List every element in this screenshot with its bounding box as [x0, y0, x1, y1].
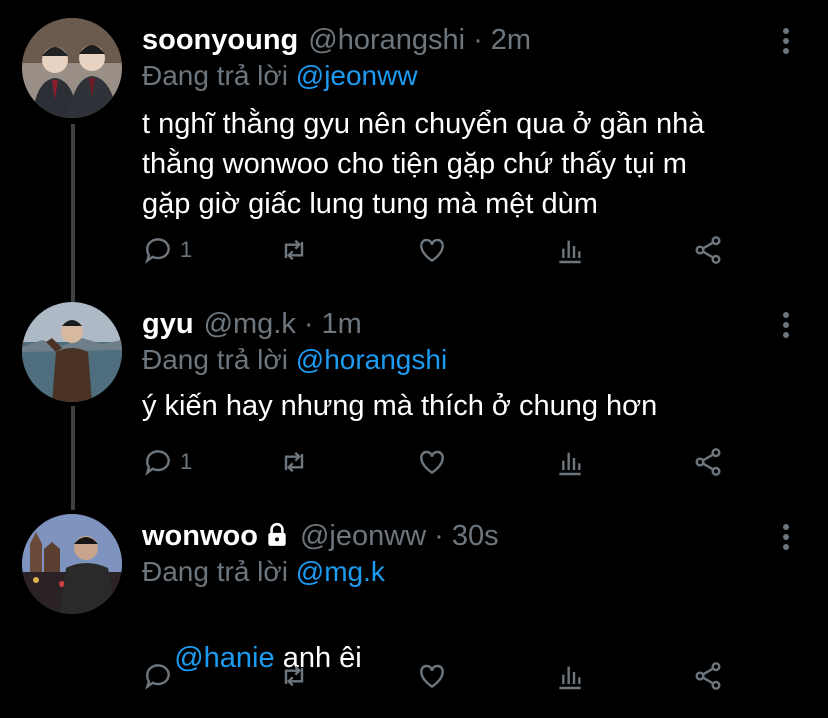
reply-count: 1	[180, 237, 193, 262]
separator: ·	[473, 24, 483, 56]
share-icon	[695, 236, 721, 264]
reply-icon	[145, 238, 170, 264]
display-name[interactable]: soonyoung	[142, 20, 298, 60]
like-button[interactable]	[416, 656, 448, 696]
timestamp[interactable]: 30s	[452, 516, 499, 556]
tweet-header: wonwoo @jeonww · 30s	[142, 516, 499, 556]
timestamp[interactable]: 1m	[322, 304, 362, 344]
timestamp[interactable]: 2m	[491, 20, 531, 60]
like-button[interactable]	[416, 230, 448, 270]
tweet-header: gyu @mg.k · 1m	[142, 304, 362, 344]
display-name[interactable]: wonwoo	[142, 516, 258, 556]
replying-prefix: Đang trả lời	[142, 556, 296, 587]
avatar[interactable]	[22, 18, 122, 118]
replying-to: Đang trả lời @jeonww	[142, 56, 418, 96]
retweet-icon	[284, 239, 304, 261]
analytics-button[interactable]	[554, 656, 586, 696]
separator: ·	[434, 520, 444, 552]
share-button[interactable]	[692, 656, 724, 696]
reply-count: 1	[180, 449, 193, 474]
retweet-button[interactable]	[278, 442, 310, 482]
analytics-icon	[559, 666, 581, 690]
separator: ·	[303, 308, 314, 340]
more-icon[interactable]	[780, 312, 792, 342]
retweet-button[interactable]	[278, 230, 310, 270]
replying-prefix: Đang trả lời	[142, 344, 296, 375]
tweet[interactable]: gyu @mg.k · 1m Đang trả lời @horangshi ý…	[0, 302, 828, 492]
more-icon[interactable]	[780, 524, 792, 554]
tweet-header: soonyoung @horangshi · 2m	[142, 20, 531, 60]
analytics-icon	[559, 240, 581, 264]
replying-to: Đang trả lời @mg.k	[142, 552, 385, 592]
action-bar: 1	[142, 230, 728, 270]
tweet[interactable]: wonwoo @jeonww · 30s Đang trả lời @mg.k …	[0, 514, 828, 704]
analytics-button[interactable]	[554, 442, 586, 482]
avatar[interactable]	[22, 302, 122, 402]
like-icon	[420, 664, 444, 689]
tweet-text: t nghĩ thằng gyu nên chuyển qua ở gần nh…	[142, 108, 705, 220]
analytics-button[interactable]	[554, 230, 586, 270]
replying-mention-link[interactable]: @mg.k	[296, 556, 385, 587]
like-icon	[420, 450, 444, 475]
share-icon	[695, 448, 721, 476]
lock-icon	[268, 522, 286, 546]
like-icon	[420, 238, 444, 263]
tweet-text: ý kiến hay nhưng mà thích ở chung hơn	[142, 390, 658, 422]
reply-button[interactable]: 1	[142, 442, 192, 482]
action-bar	[142, 656, 728, 696]
more-icon[interactable]	[780, 28, 792, 58]
retweet-icon	[284, 451, 304, 473]
action-bar: 1	[142, 442, 728, 482]
retweet-button[interactable]	[278, 656, 310, 696]
like-button[interactable]	[416, 442, 448, 482]
replying-mention-link[interactable]: @horangshi	[296, 344, 447, 375]
reply-icon	[145, 664, 170, 690]
reply-button[interactable]: 1	[142, 230, 192, 270]
display-name[interactable]: gyu	[142, 304, 194, 344]
replying-prefix: Đang trả lời	[142, 60, 296, 91]
user-handle[interactable]: @mg.k	[204, 304, 296, 344]
user-handle[interactable]: @horangshi	[308, 20, 465, 60]
tweet[interactable]: soonyoung @horangshi · 2m Đang trả lời @…	[0, 18, 828, 278]
avatar[interactable]	[22, 514, 122, 614]
reply-button[interactable]	[142, 656, 174, 696]
replying-to: Đang trả lời @horangshi	[142, 340, 447, 380]
analytics-icon	[559, 452, 581, 476]
user-handle[interactable]: @jeonww	[300, 516, 426, 556]
replying-mention-link[interactable]: @jeonww	[296, 60, 418, 91]
reply-icon	[145, 450, 170, 476]
share-icon	[695, 662, 721, 690]
share-button[interactable]	[692, 230, 724, 270]
share-button[interactable]	[692, 442, 724, 482]
retweet-icon	[284, 665, 304, 687]
